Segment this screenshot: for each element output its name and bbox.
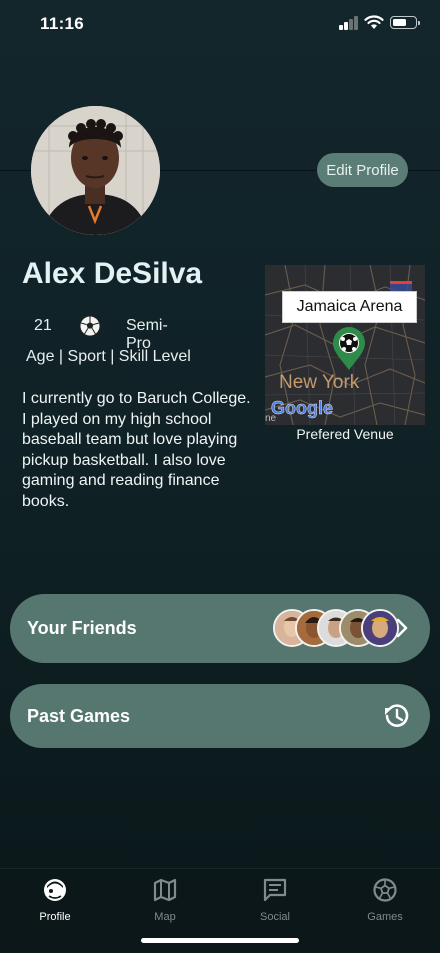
soccer-ball-icon <box>373 878 397 902</box>
status-bar: 11:16 <box>0 0 440 50</box>
chevron-right-icon <box>396 618 408 638</box>
age-value: 21 <box>34 317 52 334</box>
your-friends-label: Your Friends <box>27 618 137 638</box>
tab-social-label: Social <box>260 911 290 923</box>
tab-social[interactable]: Social <box>235 877 315 927</box>
friend-avatar <box>361 609 399 647</box>
svg-text:ne: ne <box>265 413 277 424</box>
past-games-card[interactable]: Past Games <box>10 684 430 748</box>
tab-map-label: Map <box>154 911 176 923</box>
signal-icon <box>339 16 359 30</box>
map-icon <box>153 878 177 902</box>
chat-icon <box>263 878 287 902</box>
stats-caption: Age | Sport | Skill Level <box>26 348 191 365</box>
profile-icon <box>44 879 66 901</box>
soccer-ball-icon <box>79 315 101 337</box>
history-icon <box>385 704 409 727</box>
tab-games-label: Games <box>367 911 403 923</box>
status-time: 11:16 <box>40 14 85 33</box>
tab-games[interactable]: Games <box>345 877 425 927</box>
past-games-label: Past Games <box>27 705 131 726</box>
venue-caption: Prefered Venue <box>296 426 394 442</box>
avatar <box>31 106 160 235</box>
bio-text: I currently go to Baruch College. I play… <box>22 390 251 510</box>
edit-profile-button[interactable]: Edit Profile <box>317 153 408 187</box>
venue-map[interactable]: New York Google ne <box>265 265 425 425</box>
google-logo: Google <box>271 398 333 418</box>
wifi-icon <box>364 15 384 29</box>
tab-map[interactable]: Map <box>125 877 205 927</box>
your-friends-card[interactable]: Your Friends <box>10 594 430 663</box>
friends-avatars <box>263 609 399 647</box>
home-indicator[interactable] <box>141 938 299 943</box>
battery-icon <box>390 16 420 29</box>
venue-tooltip[interactable]: Jamaica Arena <box>282 291 417 323</box>
tab-profile[interactable]: Profile <box>15 877 95 927</box>
tab-profile-label: Profile <box>39 911 71 923</box>
map-city-label: New York <box>279 372 360 393</box>
profile-name: Alex DeSilva <box>22 257 203 290</box>
